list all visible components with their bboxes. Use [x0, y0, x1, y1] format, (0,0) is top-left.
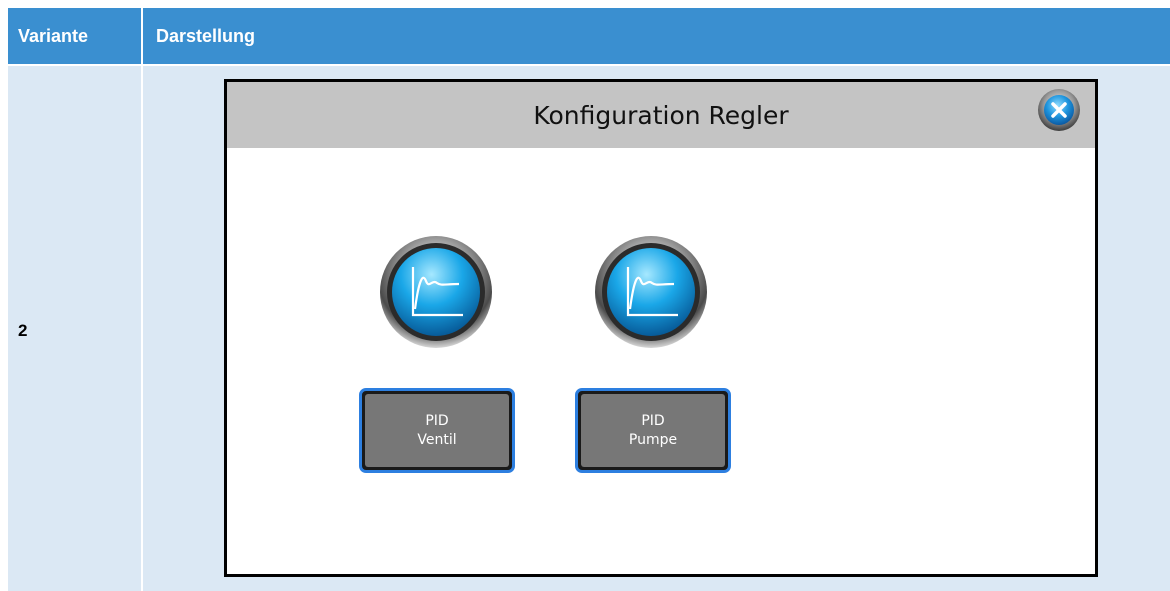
pid-pumpe-button-line1: PID	[641, 412, 665, 429]
pid-pumpe-button[interactable]: PID Pumpe	[575, 388, 731, 473]
pid-pumpe-button-line2: Pumpe	[628, 431, 678, 448]
pid-ventil-button[interactable]: PID Ventil	[359, 388, 515, 473]
close-icon[interactable]	[1037, 88, 1081, 132]
pid-response-curve-icon[interactable]	[592, 233, 710, 351]
pid-ventil-button-face: PID Ventil	[365, 394, 509, 467]
variant-number: 2	[18, 321, 28, 340]
variant-cell: 2	[8, 66, 141, 591]
hmi-title: Konfiguration Regler	[533, 100, 789, 130]
hmi-title-bar: Konfiguration Regler	[227, 82, 1095, 148]
column-header-display-label: Darstellung	[156, 25, 256, 46]
pid-pumpe-button-face: PID Pumpe	[581, 394, 725, 467]
pid-response-curve-icon[interactable]	[377, 233, 495, 351]
column-header-variant: Variante	[8, 8, 141, 64]
pid-ventil-button-line1: PID	[425, 412, 449, 429]
column-header-display: Darstellung	[143, 8, 1170, 64]
hmi-window: Konfiguration Regler PID Ventil PID Pump…	[224, 79, 1098, 577]
variant-table: Variante Darstellung 2 Konfiguration Reg…	[0, 0, 1170, 591]
column-header-variant-label: Variante	[18, 25, 89, 46]
pid-ventil-button-line2: Ventil	[417, 431, 457, 448]
